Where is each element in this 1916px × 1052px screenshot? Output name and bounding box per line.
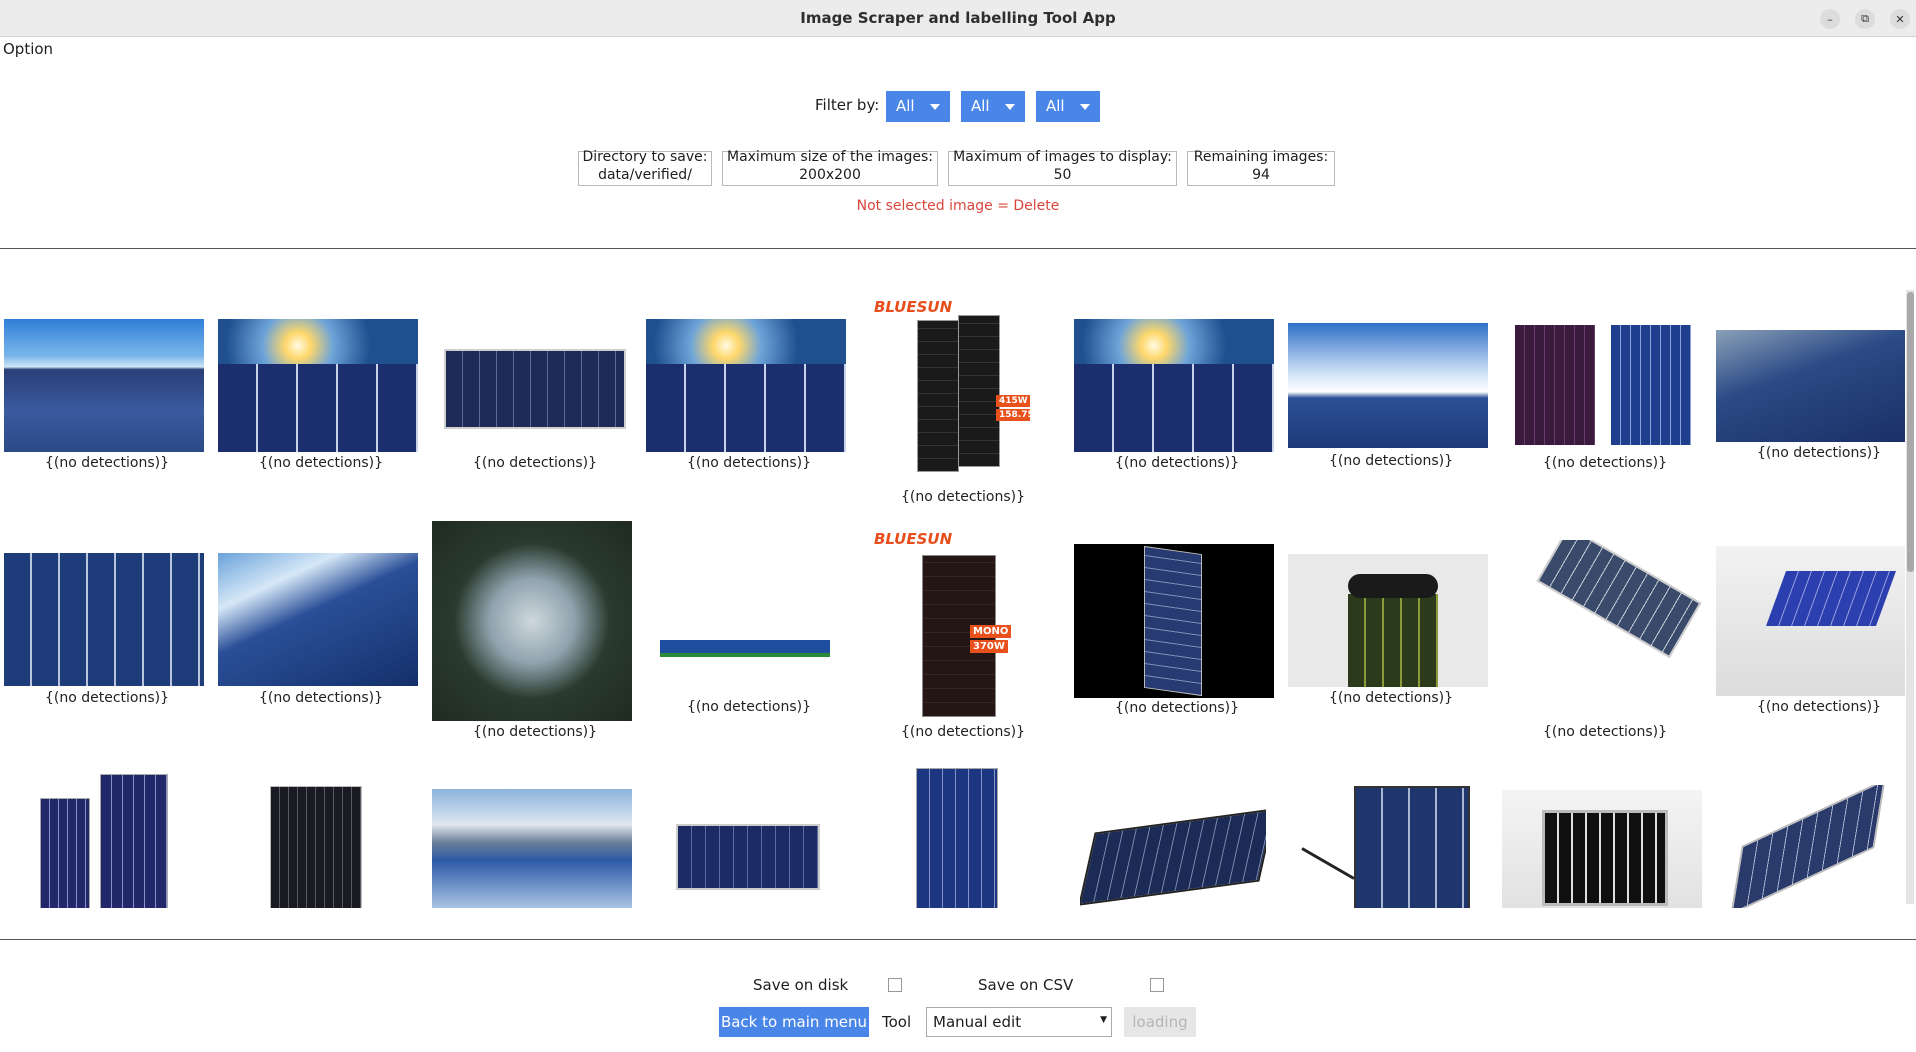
image-caption: {(no detections)} <box>1756 699 1882 715</box>
image-thumbnail[interactable] <box>4 319 204 452</box>
image-caption: {(no detections)} <box>258 690 384 706</box>
image-thumbnail[interactable]: BLUESUN 415W 158.75mm <box>870 298 1030 493</box>
max-images-box[interactable]: Maximum of images to display: 50 <box>948 149 1177 186</box>
image-caption: {(no detections)} <box>900 724 1026 740</box>
image-thumbnail[interactable] <box>432 319 632 452</box>
image-caption: {(no detections)} <box>1328 690 1454 706</box>
image-caption: {(no detections)} <box>44 455 170 471</box>
image-grid: {(no detections)} {(no detections)} {(no… <box>0 250 1905 908</box>
tool-select[interactable]: Manual edit ▼ <box>926 1007 1112 1037</box>
brand-label: BLUESUN <box>874 298 953 316</box>
max-images-value[interactable]: 50 <box>949 166 1176 184</box>
filter-dropdown-3[interactable]: All <box>1036 91 1100 122</box>
remaining-label: Remaining images: <box>1193 149 1329 165</box>
badge: 158.75mm <box>996 409 1030 421</box>
caret-down-icon <box>1005 104 1015 110</box>
divider-bottom <box>0 939 1916 940</box>
image-thumbnail[interactable] <box>1611 325 1691 445</box>
image-caption: {(no detections)} <box>1328 453 1454 469</box>
directory-value[interactable]: data/verified/ <box>579 166 711 184</box>
caret-down-icon <box>930 104 940 110</box>
minimize-icon[interactable]: – <box>1820 9 1840 29</box>
remaining-box[interactable]: Remaining images: 94 <box>1187 149 1335 186</box>
image-thumbnail[interactable] <box>676 824 820 890</box>
image-thumbnail[interactable] <box>1515 325 1595 445</box>
max-size-box[interactable]: Maximum size of the images: 200x200 <box>722 149 938 186</box>
image-caption: {(no detections)} <box>686 699 812 715</box>
image-thumbnail[interactable] <box>432 521 632 721</box>
image-caption: {(no detections)} <box>1756 445 1882 461</box>
tool-select-value: Manual edit <box>933 1013 1022 1031</box>
image-caption: {(no detections)} <box>258 455 384 471</box>
title-bar: Image Scraper and labelling Tool App – ⧉… <box>0 0 1916 37</box>
remaining-value[interactable]: 94 <box>1188 166 1334 184</box>
image-thumbnail[interactable] <box>218 319 418 452</box>
image-thumbnail[interactable]: BLUESUN MONO 370W <box>870 530 1030 730</box>
save-disk-checkbox[interactable] <box>888 978 902 992</box>
loading-button[interactable]: loading <box>1124 1007 1196 1037</box>
badge: 415W <box>996 395 1030 407</box>
image-thumbnail[interactable] <box>1074 319 1274 452</box>
filter-dropdown-2-value: All <box>971 97 990 115</box>
image-thumbnail[interactable] <box>1716 546 1905 696</box>
image-thumbnail[interactable] <box>1716 330 1905 442</box>
image-thumbnail[interactable] <box>1716 785 1905 908</box>
image-caption: {(no detections)} <box>1114 700 1240 716</box>
filter-dropdown-2[interactable]: All <box>961 91 1025 122</box>
directory-label: Directory to save: <box>582 149 708 165</box>
image-caption: {(no detections)} <box>1114 455 1240 471</box>
save-csv-label: Save on CSV <box>978 976 1074 994</box>
max-images-label: Maximum of images to display: <box>953 149 1172 165</box>
image-caption: {(no detections)} <box>472 455 598 471</box>
caret-down-icon <box>1080 104 1090 110</box>
tool-label: Tool <box>882 1013 912 1031</box>
image-caption: {(no detections)} <box>1542 724 1668 740</box>
save-csv-checkbox[interactable] <box>1150 978 1164 992</box>
back-to-main-menu-button[interactable]: Back to main menu <box>719 1007 869 1037</box>
image-caption: {(no detections)} <box>686 455 812 471</box>
image-thumbnail[interactable] <box>1074 544 1274 698</box>
filter-label: Filter by: <box>815 96 880 114</box>
image-thumbnail[interactable] <box>218 553 418 686</box>
image-thumbnail[interactable] <box>646 319 846 452</box>
brand-label: BLUESUN <box>874 530 953 548</box>
image-caption: {(no detections)} <box>900 489 1026 505</box>
image-caption: {(no detections)} <box>472 724 598 740</box>
image-thumbnail[interactable] <box>1502 790 1702 908</box>
image-caption: {(no detections)} <box>1542 455 1668 471</box>
warning-text: Not selected image = Delete <box>856 198 1060 214</box>
image-thumbnail[interactable] <box>916 768 998 908</box>
image-thumbnail[interactable] <box>1502 540 1702 710</box>
window-title: Image Scraper and labelling Tool App <box>800 9 1116 27</box>
filter-dropdown-3-value: All <box>1046 97 1065 115</box>
divider-top <box>0 248 1916 249</box>
image-thumbnail[interactable] <box>432 789 632 908</box>
image-thumbnail[interactable] <box>660 615 830 657</box>
image-caption: {(no detections)} <box>44 690 170 706</box>
grid-scrollbar-thumb[interactable] <box>1907 292 1914 572</box>
image-thumbnail[interactable] <box>1288 323 1488 448</box>
badge: 370W <box>970 640 1008 653</box>
image-thumbnail[interactable] <box>270 786 362 908</box>
badge: MONO <box>970 625 1012 638</box>
filter-dropdown-1[interactable]: All <box>886 91 950 122</box>
image-thumbnail[interactable] <box>4 553 204 686</box>
close-icon[interactable]: ✕ <box>1890 9 1910 29</box>
maximize-icon[interactable]: ⧉ <box>1855 9 1875 29</box>
save-disk-label: Save on disk <box>753 976 849 994</box>
image-thumbnail[interactable] <box>1080 805 1266 908</box>
max-size-value[interactable]: 200x200 <box>723 166 937 184</box>
image-thumbnail[interactable] <box>1290 782 1470 908</box>
directory-box[interactable]: Directory to save: data/verified/ <box>578 149 712 186</box>
menu-option[interactable]: Option <box>3 40 53 58</box>
chevron-down-icon: ▼ <box>1100 1015 1107 1025</box>
image-thumbnail[interactable] <box>1288 554 1488 687</box>
filter-dropdown-1-value: All <box>896 97 915 115</box>
image-thumbnail[interactable] <box>40 770 172 908</box>
max-size-label: Maximum size of the images: <box>726 149 933 165</box>
